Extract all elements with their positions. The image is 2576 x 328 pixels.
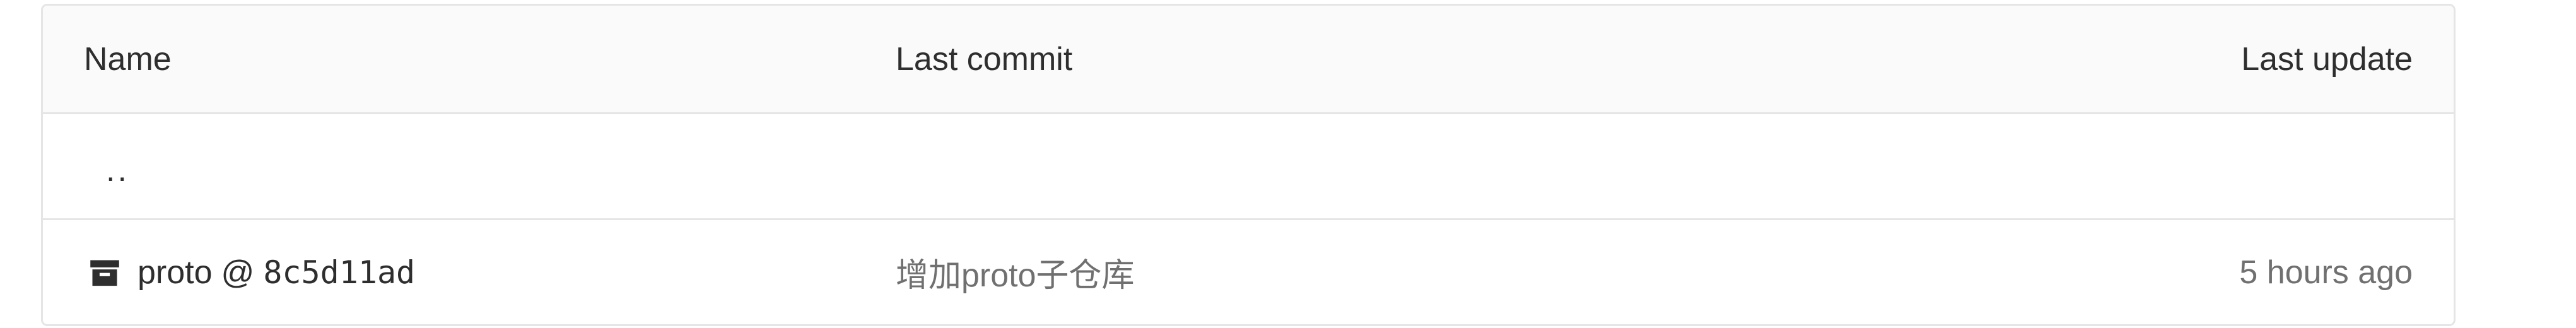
column-header-name: Name [84, 40, 172, 78]
table-row: proto @ 8c5d11ad 增加proto子仓库 5 hours ago [43, 220, 2454, 324]
submodule-name: proto [138, 254, 213, 291]
parent-directory-row[interactable]: .. [43, 114, 2454, 220]
parent-directory-link[interactable]: .. [106, 114, 129, 222]
last-commit-cell: 增加proto子仓库 [896, 220, 1135, 324]
column-header-last-update: Last update [2241, 40, 2413, 78]
column-header-last-commit: Last commit [896, 40, 1073, 78]
submodule-name-cell: proto @ 8c5d11ad [88, 220, 415, 324]
last-commit-message-link[interactable]: 增加proto子仓库 [896, 249, 1135, 296]
last-update-time: 5 hours ago [2239, 254, 2413, 291]
submodule-link[interactable]: proto @ 8c5d11ad [138, 254, 415, 291]
archive-icon [90, 260, 119, 286]
submodule-at-sign: @ [221, 254, 255, 291]
file-tree-table: Name Last commit Last update .. proto @ … [41, 4, 2456, 326]
submodule-commit-sha[interactable]: 8c5d11ad [263, 254, 415, 291]
table-header-row: Name Last commit Last update [43, 6, 2454, 114]
